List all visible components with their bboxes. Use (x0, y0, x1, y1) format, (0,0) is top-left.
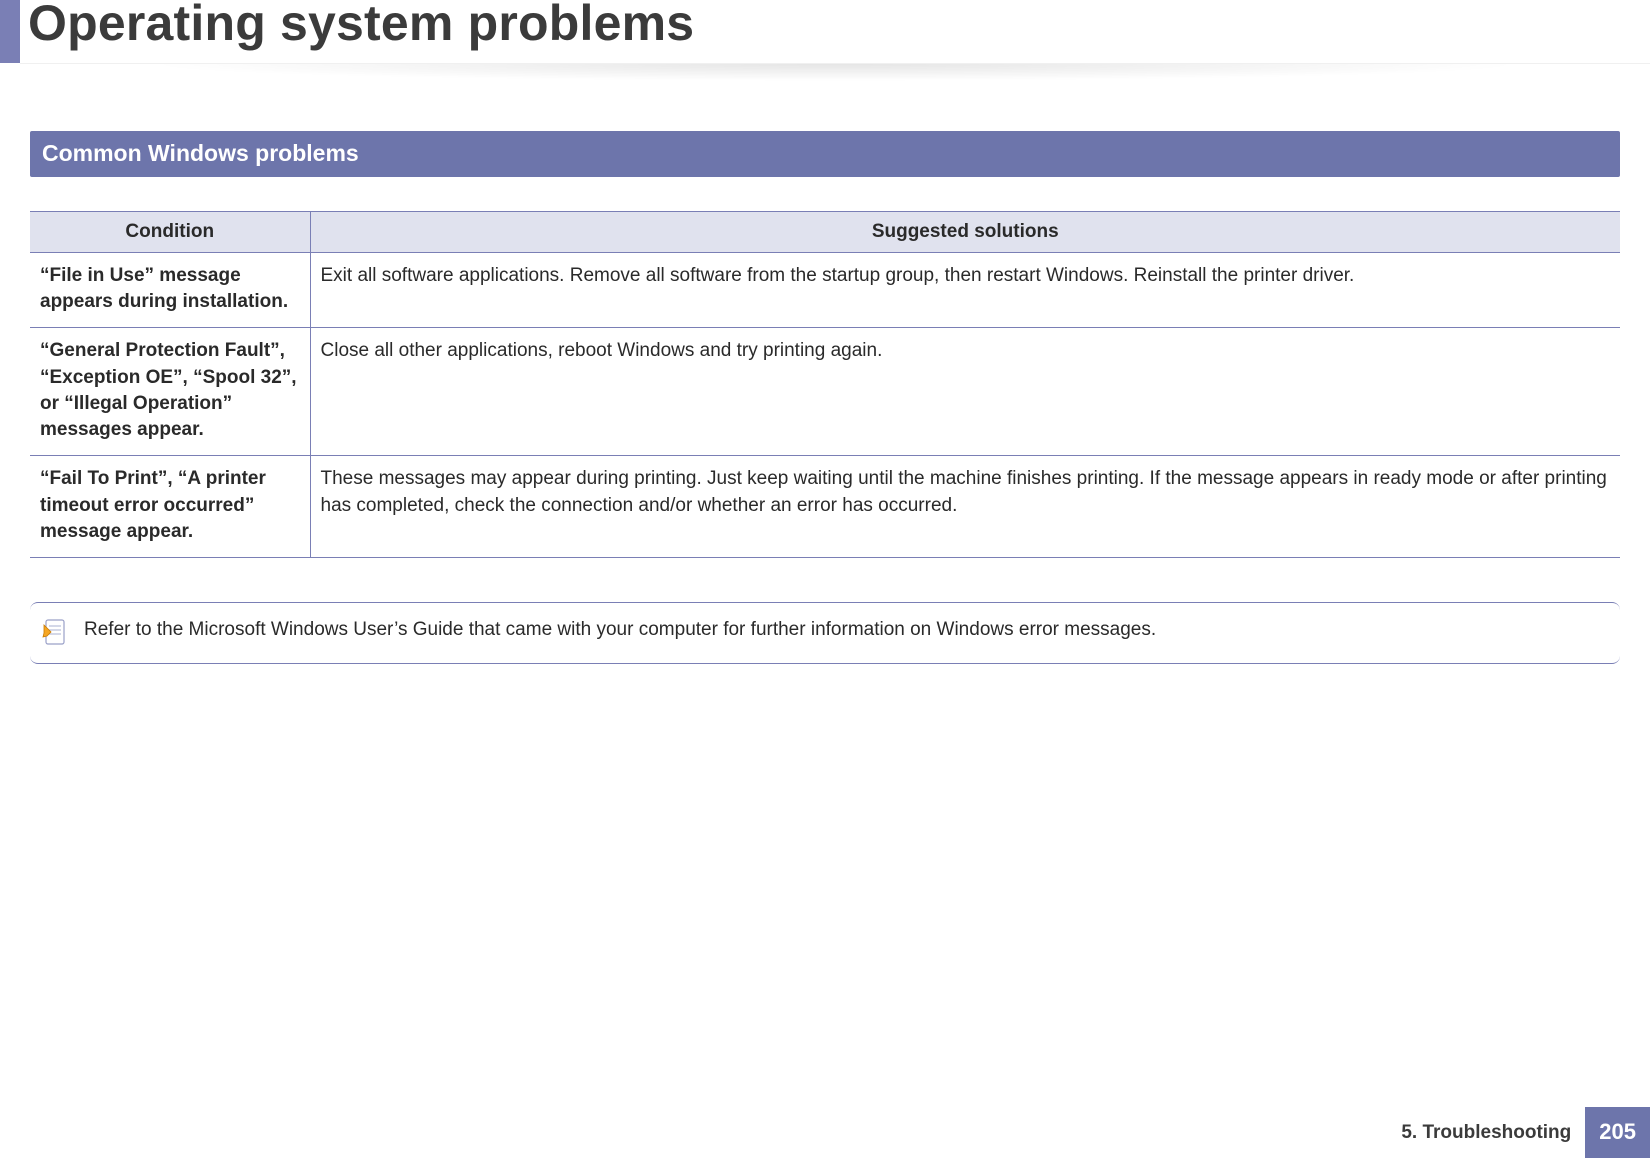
cell-condition: “General Protection Fault”, “Exception O… (30, 328, 310, 456)
cell-solution: Close all other applications, reboot Win… (310, 328, 1620, 456)
page-content: Common Windows problems Condition Sugges… (0, 85, 1650, 664)
section-heading: Common Windows problems (30, 131, 1620, 177)
cell-condition: “File in Use” message appears during ins… (30, 253, 310, 328)
page-footer: 5. Troubleshooting 205 (1387, 1107, 1650, 1158)
footer-chapter-label: 5. Troubleshooting (1387, 1107, 1585, 1158)
table-header-row: Condition Suggested solutions (30, 212, 1620, 253)
footer-page-number: 205 (1585, 1107, 1650, 1158)
note-text: Refer to the Microsoft Windows User’s Gu… (84, 619, 1156, 641)
problems-table: Condition Suggested solutions “File in U… (30, 211, 1620, 558)
table-row: “Fail To Print”, “A printer timeout erro… (30, 456, 1620, 558)
title-underline-shadow (20, 63, 1650, 81)
table-row: “General Protection Fault”, “Exception O… (30, 328, 1620, 456)
page-title-bar: Operating system problems (0, 0, 1650, 85)
col-header-solutions: Suggested solutions (310, 212, 1620, 253)
title-accent-box (0, 0, 20, 63)
cell-solution: These messages may appear during printin… (310, 456, 1620, 558)
note-icon (42, 619, 68, 645)
col-header-condition: Condition (30, 212, 310, 253)
page-title: Operating system problems (28, 0, 694, 52)
note-box: Refer to the Microsoft Windows User’s Gu… (30, 602, 1620, 664)
table-row: “File in Use” message appears during ins… (30, 253, 1620, 328)
cell-condition: “Fail To Print”, “A printer timeout erro… (30, 456, 310, 558)
cell-solution: Exit all software applications. Remove a… (310, 253, 1620, 328)
